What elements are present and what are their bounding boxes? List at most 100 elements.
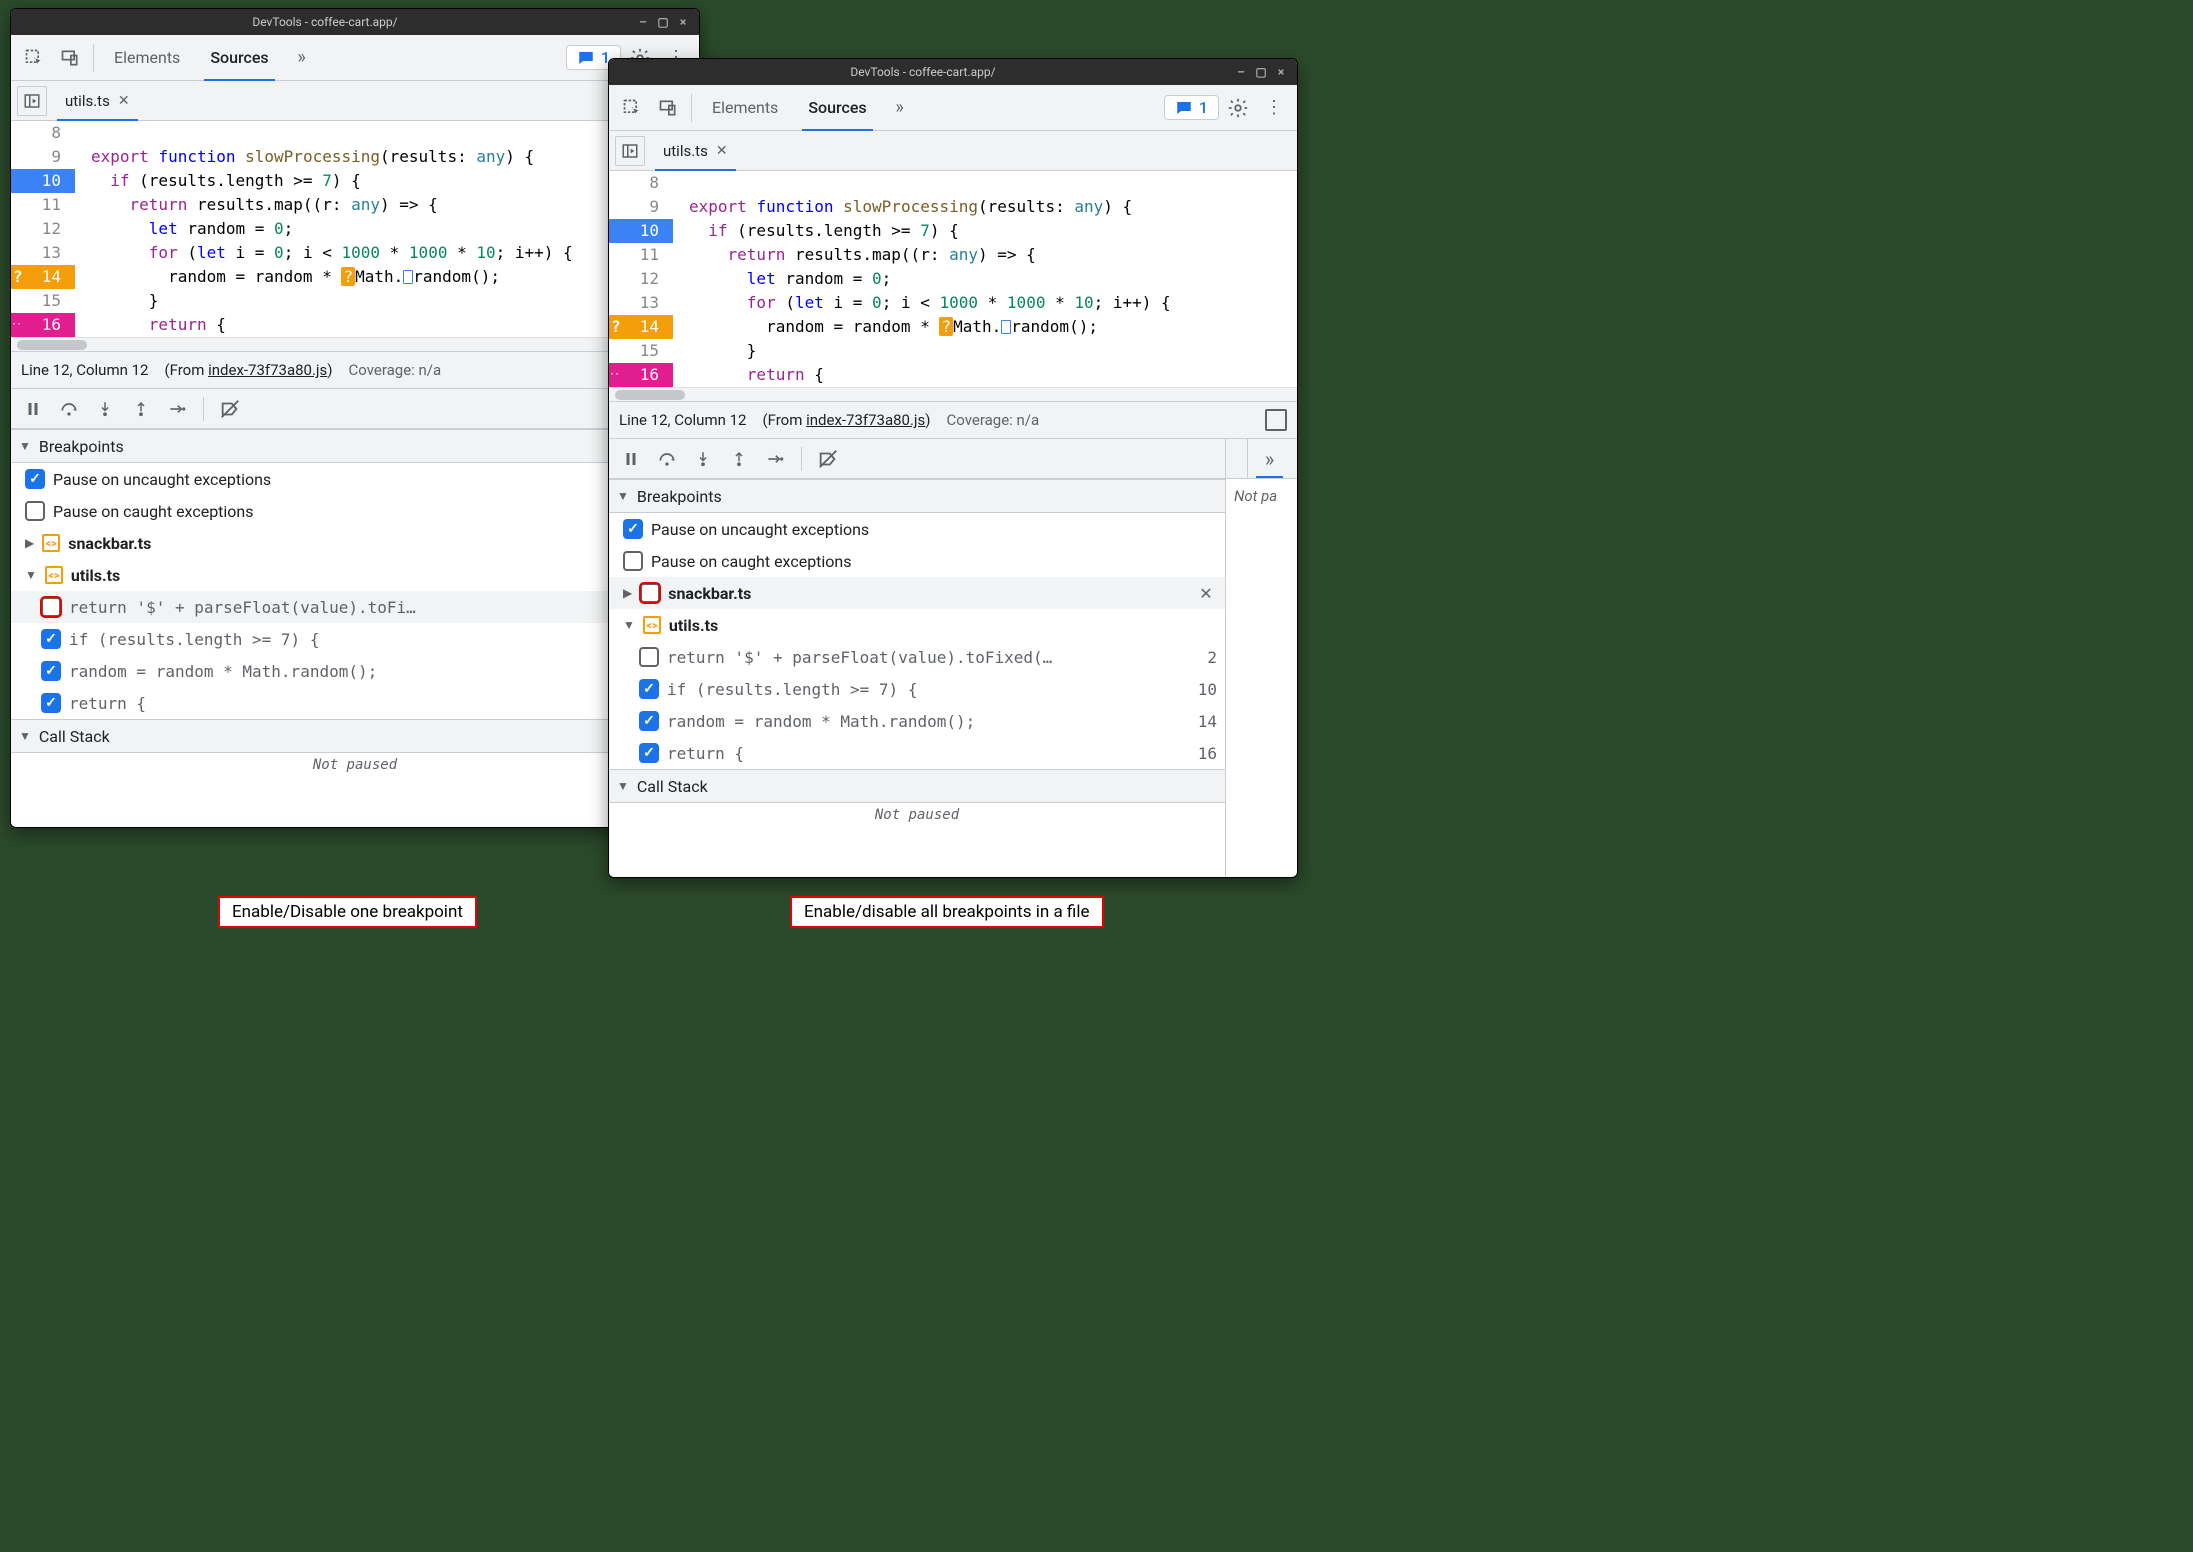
- pause-uncaught-row[interactable]: Pause on uncaught exceptions: [609, 513, 1225, 545]
- code-content[interactable]: return {: [75, 313, 226, 337]
- code-editor[interactable]: 89export function slowProcessing(results…: [11, 121, 699, 337]
- breakpoint-row[interactable]: return '$' + parseFloat(value).toFi… ✎ ✕…: [11, 591, 699, 623]
- settings-gear-icon[interactable]: [1221, 91, 1255, 125]
- gutter-line-number[interactable]: 12: [609, 267, 673, 291]
- code-editor[interactable]: 89export function slowProcessing(results…: [609, 171, 1297, 387]
- step-over-icon[interactable]: [53, 393, 85, 425]
- gutter-line-number[interactable]: 13: [11, 241, 75, 265]
- code-line[interactable]: 14? random = random * ?Math.random();: [11, 265, 699, 289]
- code-line[interactable]: 15 }: [609, 339, 1297, 363]
- tab-sources[interactable]: Sources: [196, 35, 282, 80]
- code-content[interactable]: for (let i = 0; i < 1000 * 1000 * 10; i+…: [673, 291, 1171, 315]
- file-tab-utils[interactable]: utils.ts ✕: [651, 131, 740, 170]
- code-line[interactable]: 15 }: [11, 289, 699, 313]
- pause-caught-row[interactable]: Pause on caught exceptions: [11, 495, 699, 527]
- code-line[interactable]: 12 let random = 0;: [11, 217, 699, 241]
- code-content[interactable]: if (results.length >= 7) {: [75, 169, 361, 193]
- more-tabs-icon[interactable]: »: [285, 41, 319, 75]
- breakpoint-file-group[interactable]: ▶ <> snackbar.ts: [11, 527, 699, 559]
- checkbox[interactable]: [623, 551, 643, 571]
- step-icon[interactable]: [759, 443, 791, 475]
- checkbox[interactable]: [41, 693, 61, 713]
- close-tab-icon[interactable]: ✕: [716, 143, 728, 159]
- breakpoint-row[interactable]: random = random * Math.random(); 14: [609, 705, 1225, 737]
- code-line[interactable]: 9export function slowProcessing(results:…: [11, 145, 699, 169]
- code-content[interactable]: }: [75, 289, 158, 313]
- maximize-button[interactable]: ▢: [1251, 65, 1271, 79]
- checkbox[interactable]: [25, 469, 45, 489]
- close-button[interactable]: ×: [673, 15, 693, 29]
- pause-uncaught-row[interactable]: Pause on uncaught exceptions: [11, 463, 699, 495]
- code-line[interactable]: 16·· return {: [11, 313, 699, 337]
- toggle-sidebar-icon[interactable]: [1265, 409, 1287, 431]
- file-group-checkbox-highlighted[interactable]: [640, 583, 660, 603]
- code-content[interactable]: export function slowProcessing(results: …: [75, 145, 534, 169]
- breakpoint-row[interactable]: if (results.length >= 7) { 10: [11, 623, 699, 655]
- breakpoint-row[interactable]: random = random * Math.random(); 14: [11, 655, 699, 687]
- checkbox[interactable]: [639, 711, 659, 731]
- code-line[interactable]: 10 if (results.length >= 7) {: [11, 169, 699, 193]
- step-out-icon[interactable]: [723, 443, 755, 475]
- gutter-line-number[interactable]: 15: [11, 289, 75, 313]
- code-content[interactable]: [673, 171, 689, 195]
- code-content[interactable]: return results.map((r: any) => {: [75, 193, 438, 217]
- gutter-line-number[interactable]: 11: [609, 243, 673, 267]
- breakpoints-section-header[interactable]: ▼ Breakpoints: [11, 429, 699, 463]
- checkbox-highlighted[interactable]: [41, 597, 61, 617]
- code-line[interactable]: 14? random = random * ?Math.random();: [609, 315, 1297, 339]
- step-icon[interactable]: [161, 393, 193, 425]
- gutter-line-number[interactable]: 8: [11, 121, 75, 145]
- code-content[interactable]: return {: [673, 363, 824, 387]
- checkbox[interactable]: [623, 519, 643, 539]
- checkbox[interactable]: [25, 501, 45, 521]
- device-toggle-icon[interactable]: [53, 41, 87, 75]
- step-out-icon[interactable]: [125, 393, 157, 425]
- code-content[interactable]: random = random * ?Math.random();: [75, 265, 500, 289]
- callstack-section-header[interactable]: ▼ Call Stack: [609, 769, 1225, 803]
- code-line[interactable]: 9export function slowProcessing(results:…: [609, 195, 1297, 219]
- checkbox[interactable]: [639, 679, 659, 699]
- checkbox[interactable]: [639, 743, 659, 763]
- breakpoint-row[interactable]: return { 16: [11, 687, 699, 719]
- minimize-button[interactable]: –: [1231, 65, 1251, 79]
- gutter-line-number[interactable]: 9: [11, 145, 75, 169]
- code-line[interactable]: 13 for (let i = 0; i < 1000 * 1000 * 10;…: [609, 291, 1297, 315]
- gutter-line-number[interactable]: 9: [609, 195, 673, 219]
- tab-elements[interactable]: Elements: [100, 35, 194, 80]
- gutter-line-number[interactable]: 11: [11, 193, 75, 217]
- code-line[interactable]: 8: [609, 171, 1297, 195]
- code-content[interactable]: random = random * ?Math.random();: [673, 315, 1098, 339]
- gutter-line-number[interactable]: 10: [609, 219, 673, 243]
- horizontal-scrollbar[interactable]: [11, 337, 699, 351]
- breakpoint-file-group[interactable]: ▼ <> utils.ts: [11, 559, 699, 591]
- close-button[interactable]: ×: [1271, 65, 1291, 79]
- delete-file-breakpoints-icon[interactable]: ✕: [1195, 584, 1217, 603]
- breakpoint-row[interactable]: return { 16: [609, 737, 1225, 769]
- tab-sources[interactable]: Sources: [794, 85, 880, 130]
- minimize-button[interactable]: –: [633, 15, 653, 29]
- issues-badge[interactable]: 1: [1164, 95, 1219, 120]
- gutter-line-number[interactable]: 13: [609, 291, 673, 315]
- code-line[interactable]: 10 if (results.length >= 7) {: [609, 219, 1297, 243]
- code-content[interactable]: if (results.length >= 7) {: [673, 219, 959, 243]
- code-line[interactable]: 11 return results.map((r: any) => {: [609, 243, 1297, 267]
- pause-caught-row[interactable]: Pause on caught exceptions: [609, 545, 1225, 577]
- file-tab-utils[interactable]: utils.ts ✕: [53, 81, 142, 120]
- code-line[interactable]: 16·· return {: [609, 363, 1297, 387]
- close-tab-icon[interactable]: ✕: [118, 93, 130, 109]
- pause-button-icon[interactable]: [615, 443, 647, 475]
- gutter-line-number[interactable]: 8: [609, 171, 673, 195]
- inspect-icon[interactable]: [17, 41, 51, 75]
- code-line[interactable]: 12 let random = 0;: [609, 267, 1297, 291]
- tab-elements[interactable]: Elements: [698, 85, 792, 130]
- maximize-button[interactable]: ▢: [653, 15, 673, 29]
- deactivate-breakpoints-icon[interactable]: [214, 393, 246, 425]
- gutter-line-number[interactable]: 14?: [609, 315, 673, 339]
- code-content[interactable]: export function slowProcessing(results: …: [673, 195, 1132, 219]
- code-line[interactable]: 8: [11, 121, 699, 145]
- code-line[interactable]: 13 for (let i = 0; i < 1000 * 1000 * 10;…: [11, 241, 699, 265]
- deactivate-breakpoints-icon[interactable]: [812, 443, 844, 475]
- code-content[interactable]: let random = 0;: [75, 217, 293, 241]
- code-line[interactable]: 11 return results.map((r: any) => {: [11, 193, 699, 217]
- breakpoint-row[interactable]: if (results.length >= 7) { 10: [609, 673, 1225, 705]
